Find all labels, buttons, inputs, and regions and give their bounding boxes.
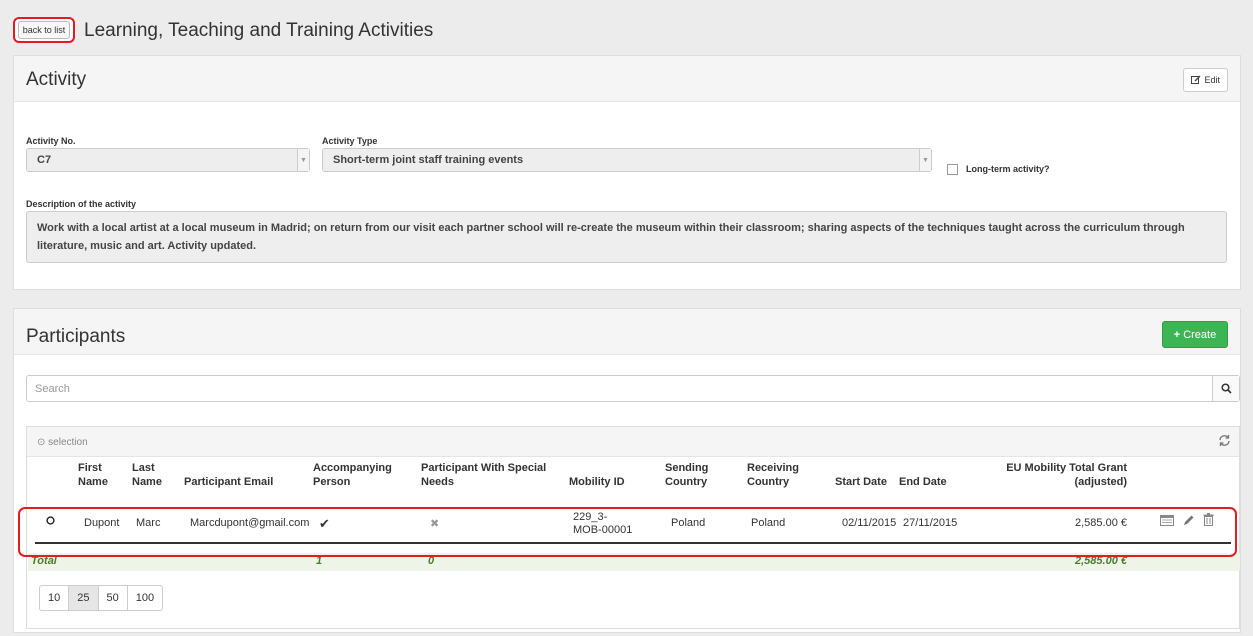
create-button[interactable]: + Create xyxy=(1162,321,1228,348)
back-to-list-label: back to list xyxy=(17,21,71,39)
cell-start-date: 02/11/2015 xyxy=(842,517,897,529)
refresh-button[interactable] xyxy=(1218,434,1231,450)
total-accompanying: 1 xyxy=(316,555,323,567)
selection-label: selection xyxy=(48,437,88,448)
page-size-selector: 10 25 50 100 xyxy=(39,585,164,611)
activity-no-select[interactable]: C7 ▼ xyxy=(26,148,310,172)
search-button[interactable] xyxy=(1212,376,1239,401)
table-toolbar: ⊙ selection xyxy=(27,427,1239,457)
activity-type-value: Short-term joint staff training events xyxy=(333,154,524,166)
total-label: Total xyxy=(31,555,57,567)
cell-grant: 2,585.00 € xyxy=(1075,517,1127,529)
search-box xyxy=(26,375,1240,402)
col-header-start-date[interactable]: Start Date xyxy=(835,475,887,489)
activity-type-label: Activity Type xyxy=(322,136,378,146)
circle-arrow-icon: ⊙ xyxy=(37,437,46,448)
cell-sending-country: Poland xyxy=(671,517,706,529)
participants-panel-header: Participants + Create xyxy=(14,309,1240,355)
col-header-sending-country[interactable]: Sending Country xyxy=(665,461,708,489)
activity-panel-title: Activity xyxy=(26,69,87,90)
cell-email: Marcdupont@gmail.com xyxy=(190,517,310,529)
selection-toggle[interactable]: ⊙ selection xyxy=(37,437,88,448)
top-bar: back to list Learning, Teaching and Trai… xyxy=(0,0,1253,58)
long-term-checkbox[interactable] xyxy=(947,164,958,175)
row-radio[interactable] xyxy=(46,516,55,529)
col-header-end-date[interactable]: End Date xyxy=(899,475,947,489)
plus-icon: + xyxy=(1173,328,1181,341)
pencil-icon xyxy=(1184,515,1194,525)
long-term-label: Long-term activity? xyxy=(966,164,1050,174)
create-label: Create xyxy=(1183,328,1217,341)
col-header-accompanying[interactable]: Accompanying Person xyxy=(313,461,392,489)
total-grant: 2,585.00 € xyxy=(1075,555,1127,567)
refresh-icon xyxy=(1219,435,1230,446)
search-input[interactable] xyxy=(27,376,1212,401)
col-header-receiving-country[interactable]: Receiving Country xyxy=(747,461,799,489)
search-icon xyxy=(1220,383,1232,394)
cell-receiving-country: Poland xyxy=(751,517,786,529)
cell-end-date: 27/11/2015 xyxy=(903,517,958,529)
edit-label: Edit xyxy=(1204,75,1220,85)
activity-no-label: Activity No. xyxy=(26,136,76,146)
col-header-special-needs[interactable]: Participant With Special Needs xyxy=(421,461,546,489)
activity-type-select[interactable]: Short-term joint staff training events ▼ xyxy=(322,148,932,172)
cell-mobility-id: 229_3- MOB-00001 xyxy=(573,511,633,536)
participants-panel: Participants + Create ⊙ selection xyxy=(13,308,1241,633)
activity-panel: Activity Edit Activity No. C7 ▼ Activity… xyxy=(13,55,1241,290)
cross-icon: ✖ xyxy=(430,518,440,530)
cell-first-name: Dupont xyxy=(84,517,120,529)
page-size-10[interactable]: 10 xyxy=(39,585,70,611)
trash-icon xyxy=(1203,513,1214,526)
edit-button[interactable]: Edit xyxy=(1183,68,1228,92)
radio-icon xyxy=(46,516,55,525)
page-title: Learning, Teaching and Training Activiti… xyxy=(84,20,434,41)
chevron-down-icon: ▼ xyxy=(297,149,309,171)
participants-panel-title: Participants xyxy=(26,326,126,347)
totals-row: Total 1 0 2,585.00 € xyxy=(28,553,1240,571)
col-header-email[interactable]: Participant Email xyxy=(184,475,273,489)
row-divider xyxy=(35,542,1231,544)
description-value: Work with a local artist at a local muse… xyxy=(37,222,1185,252)
edit-icon xyxy=(1191,75,1201,84)
back-to-list-button[interactable]: back to list xyxy=(13,17,75,43)
page-size-25[interactable]: 25 xyxy=(68,585,99,611)
activity-no-value: C7 xyxy=(37,154,52,166)
details-button[interactable] xyxy=(1160,515,1174,530)
page-size-100[interactable]: 100 xyxy=(126,585,164,611)
page-size-50[interactable]: 50 xyxy=(97,585,128,611)
description-textarea[interactable]: Work with a local artist at a local muse… xyxy=(26,211,1227,263)
total-special-needs: 0 xyxy=(428,555,435,567)
check-icon: ✔ xyxy=(319,516,330,531)
cell-last-name: Marc xyxy=(136,517,161,529)
col-header-grant[interactable]: EU Mobility Total Grant (adjusted) xyxy=(997,461,1127,489)
col-header-mobility-id[interactable]: Mobility ID xyxy=(569,475,625,489)
delete-row-button[interactable] xyxy=(1203,513,1214,530)
list-details-icon xyxy=(1160,515,1174,526)
activity-panel-header: Activity Edit xyxy=(14,56,1240,102)
col-header-first-name[interactable]: First Name xyxy=(78,461,108,489)
col-header-last-name[interactable]: Last Name xyxy=(132,461,162,489)
participants-table: ⊙ selection First Name Last Name Participa… xyxy=(26,426,1240,629)
chevron-down-icon: ▼ xyxy=(919,149,931,171)
edit-row-button[interactable] xyxy=(1183,514,1195,530)
description-label: Description of the activity xyxy=(26,199,137,209)
